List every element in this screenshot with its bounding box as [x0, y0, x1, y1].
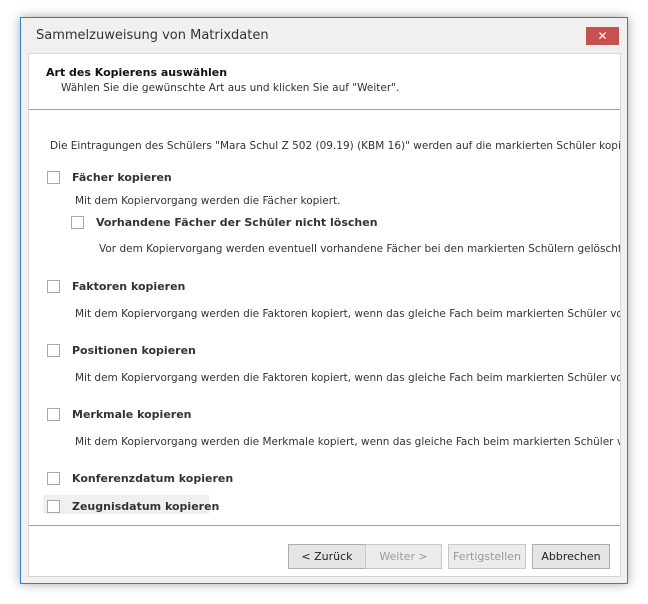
keep-faecher-label[interactable]: Vorhandene Fächer der Schüler nicht lösc… — [96, 216, 378, 229]
faecher-checkbox[interactable] — [47, 171, 60, 184]
positionen-checkbox[interactable] — [47, 344, 60, 357]
positionen-label[interactable]: Positionen kopieren — [72, 344, 196, 357]
zeugnisdatum-checkbox[interactable] — [47, 500, 60, 513]
back-button[interactable]: < Zurück — [288, 544, 366, 569]
faktoren-checkbox[interactable] — [47, 280, 60, 293]
positionen-desc: Mit dem Kopiervorgang werden die Faktore… — [75, 372, 620, 384]
window-title: Sammelzuweisung von Matrixdaten — [36, 28, 269, 43]
merkmale-checkbox[interactable] — [47, 408, 60, 421]
konferenzdatum-checkbox[interactable] — [47, 472, 60, 485]
intro-text: Die Eintragungen des Schülers "Mara Schu… — [50, 140, 621, 152]
next-button[interactable]: Weiter > — [365, 544, 442, 569]
keep-faecher-desc: Vor dem Kopiervorgang werden eventuell v… — [99, 243, 621, 255]
merkmale-desc: Mit dem Kopiervorgang werden die Merkmal… — [75, 436, 620, 448]
konferenzdatum-label[interactable]: Konferenzdatum kopieren — [72, 472, 233, 485]
page-title: Art des Kopierens auswählen — [46, 66, 228, 79]
page-subtitle: Wählen Sie die gewünschte Art aus und kl… — [61, 82, 400, 94]
cancel-button[interactable]: Abbrechen — [532, 544, 610, 569]
faecher-desc: Mit dem Kopiervorgang werden die Fächer … — [75, 195, 341, 207]
merkmale-label[interactable]: Merkmale kopieren — [72, 408, 192, 421]
wizard-panel: Art des Kopierens auswählen Wählen Sie d… — [28, 53, 621, 577]
footer-divider — [29, 525, 620, 526]
header-divider — [29, 109, 620, 110]
keep-faecher-checkbox[interactable] — [71, 216, 84, 229]
dialog-window: Sammelzuweisung von Matrixdaten ✕ Art de… — [20, 17, 628, 584]
faktoren-desc: Mit dem Kopiervorgang werden die Faktore… — [75, 308, 620, 320]
close-button[interactable]: ✕ — [586, 27, 619, 45]
faktoren-label[interactable]: Faktoren kopieren — [72, 280, 185, 293]
zeugnisdatum-label[interactable]: Zeugnisdatum kopieren — [72, 500, 219, 513]
finish-button[interactable]: Fertigstellen — [448, 544, 526, 569]
faecher-label[interactable]: Fächer kopieren — [72, 171, 172, 184]
